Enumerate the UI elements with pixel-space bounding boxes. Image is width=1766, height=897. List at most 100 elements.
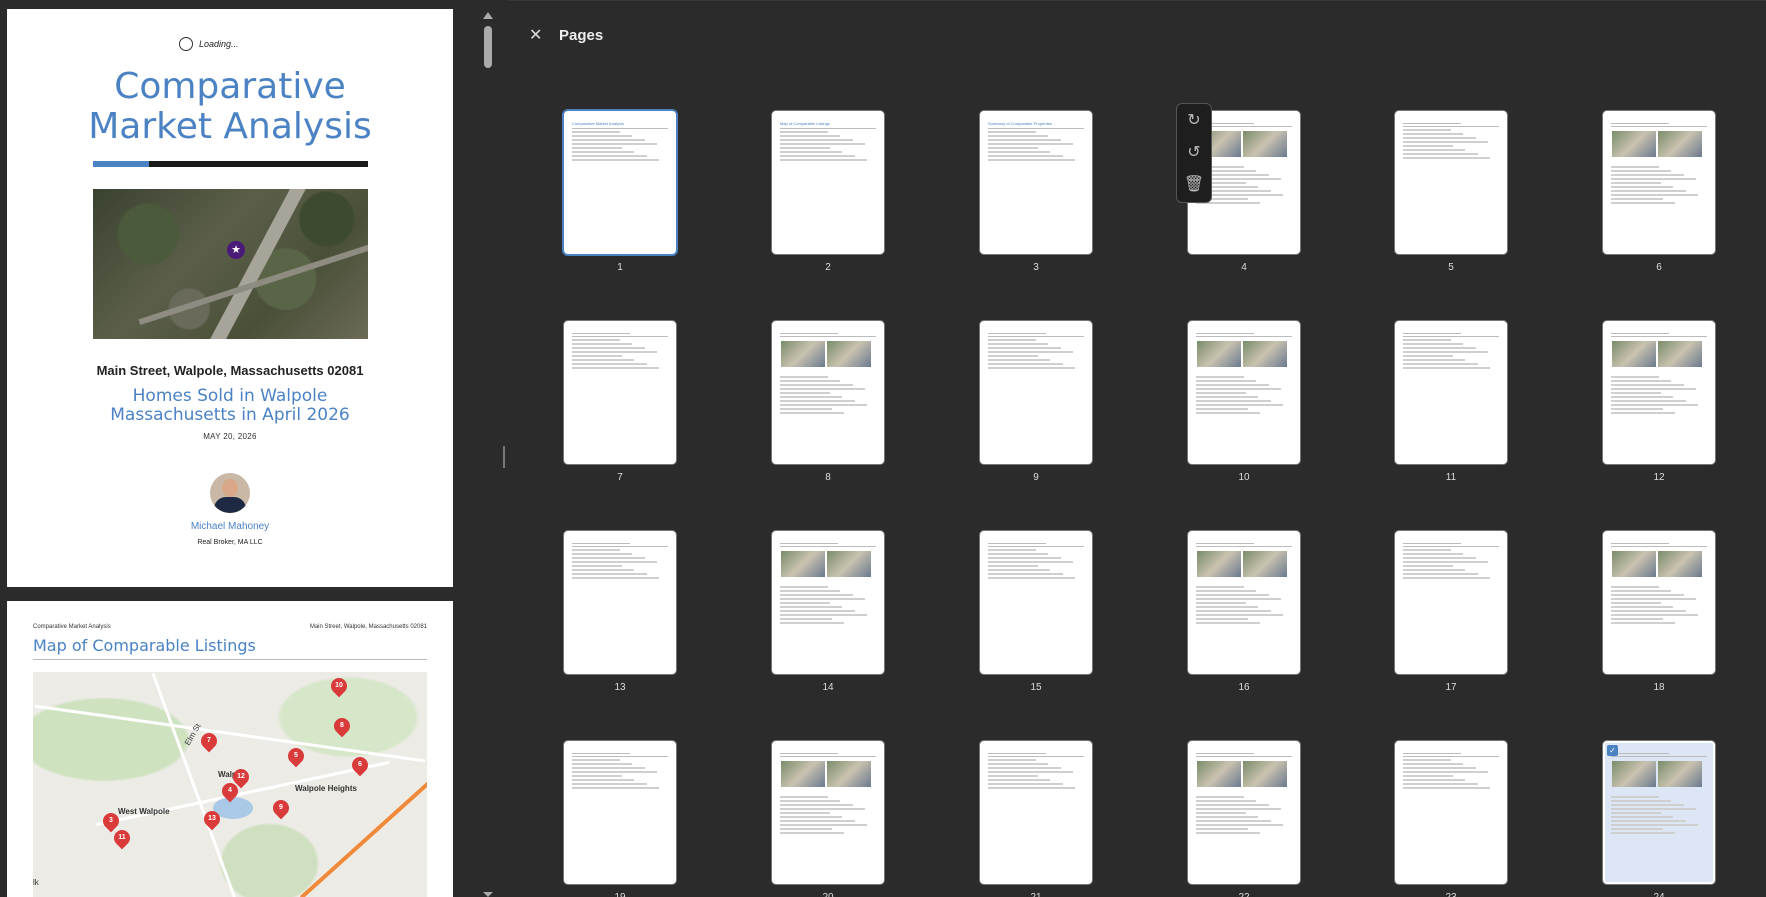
map-pin-9[interactable]: 9 [269, 796, 293, 820]
map-pin-8[interactable]: 8 [330, 714, 354, 738]
map-label-edge: lk [33, 878, 39, 887]
trash-icon[interactable]: 🗑 [1177, 168, 1211, 200]
page-thumbnail-18[interactable]: 18 [1603, 531, 1715, 693]
page-thumbnail-16[interactable]: 16 [1188, 531, 1300, 693]
page-thumbnail-13[interactable]: 13 [564, 531, 676, 693]
thumbnail-frame[interactable] [564, 531, 676, 674]
page-thumbnail-17[interactable]: 17 [1395, 531, 1507, 693]
viewer-scrollbar[interactable] [480, 0, 496, 897]
thumbnail-frame[interactable]: ✓ [1603, 741, 1715, 884]
thumbnail-frame[interactable] [1395, 531, 1507, 674]
thumbnail-frame[interactable] [1188, 531, 1300, 674]
map-pin-11[interactable]: 11 [110, 826, 134, 850]
agent-company: Real Broker, MA LLC [197, 539, 263, 546]
map-pin-13[interactable]: 13 [200, 807, 224, 831]
page-number-label: 22 [1188, 892, 1300, 897]
page-number-label: 4 [1241, 262, 1247, 273]
map-pin-4[interactable]: 4 [218, 779, 242, 803]
page-thumbnail-9[interactable]: 9 [980, 321, 1092, 483]
cover-subtitle-line-2: Massachusetts in April 2026 [110, 405, 350, 425]
cover-title-line-1: Comparative [114, 66, 346, 107]
app-window: Loading... Comparative Market Analysis ★… [0, 0, 1766, 897]
page-thumbnail-21[interactable]: 21 [980, 741, 1092, 897]
page-thumbnail-20[interactable]: 20 [772, 741, 884, 897]
thumbnail-frame[interactable] [980, 321, 1092, 464]
thumbnail-frame[interactable]: Summary of Comparable Properties [980, 111, 1092, 254]
thumbnail-title: Map of Comparable Listings [780, 121, 830, 126]
document-page-1: Loading... Comparative Market Analysis ★… [7, 9, 453, 587]
report-date: MAY 20, 2026 [203, 432, 257, 441]
page-thumbnail-12[interactable]: 12 [1603, 321, 1715, 483]
rotate-counterclockwise-icon[interactable]: ↺ [1177, 136, 1211, 168]
page-number-label: 24 [1603, 892, 1715, 897]
thumbnail-frame[interactable] [1395, 741, 1507, 884]
thumbnail-frame[interactable] [564, 741, 676, 884]
map-pin-7[interactable]: 7 [197, 729, 221, 753]
thumbnail-frame[interactable] [1188, 321, 1300, 464]
thumbnail-frame[interactable] [772, 741, 884, 884]
document-page-2: Comparative Market Analysis Main Street,… [7, 601, 453, 897]
page-thumbnail-7[interactable]: 7 [564, 321, 676, 483]
page-thumbnail-2[interactable]: Map of Comparable Listings 2 [772, 111, 884, 273]
thumbnail-frame[interactable] [1395, 321, 1507, 464]
page-number-label: 18 [1653, 682, 1665, 693]
page-number-label: 15 [1030, 682, 1042, 693]
thumbnail-frame[interactable] [980, 741, 1092, 884]
page-number-label: 5 [1448, 262, 1454, 273]
page-thumbnail-19[interactable]: 19 [564, 741, 676, 897]
page-number-label: 14 [822, 682, 834, 693]
rotate-clockwise-icon[interactable]: ↻ [1177, 104, 1211, 136]
page-thumbnail-15[interactable]: 15 [980, 531, 1092, 693]
pages-panel-header: ✕ Pages [529, 25, 603, 45]
page-number-label: 11 [1445, 472, 1457, 483]
thumbnail-frame[interactable]: Comparative Market Analysis [564, 111, 676, 254]
page-number-label: 2 [825, 262, 831, 273]
document-viewer[interactable]: Loading... Comparative Market Analysis ★… [0, 0, 468, 897]
cover-title-line-2: Market Analysis [88, 106, 372, 147]
agent-avatar [210, 473, 250, 513]
page-thumbnail-6[interactable]: 6 [1603, 111, 1715, 273]
page-thumbnail-11[interactable]: 11 [1395, 321, 1507, 483]
thumbnail-frame[interactable] [1603, 531, 1715, 674]
thumbnail-frame[interactable] [980, 531, 1092, 674]
close-icon[interactable]: ✕ [529, 25, 543, 45]
page-thumbnail-14[interactable]: 14 [772, 531, 884, 693]
thumbnail-title: Comparative Market Analysis [572, 121, 624, 126]
checkbox-checked-icon[interactable]: ✓ [1607, 745, 1618, 756]
title-rule [33, 659, 427, 660]
spinner-icon [179, 37, 193, 51]
thumbnail-frame[interactable] [1603, 111, 1715, 254]
thumbnail-frame[interactable] [772, 321, 884, 464]
page-header-left: Comparative Market Analysis [33, 624, 111, 630]
thumbnail-frame[interactable] [564, 321, 676, 464]
page-thumbnail-22[interactable]: 22 [1188, 741, 1300, 897]
page-thumbnail-10[interactable]: 10 [1188, 321, 1300, 483]
scroll-down-icon[interactable] [483, 892, 493, 897]
page-number-label: 6 [1656, 262, 1662, 273]
map-label-walpole-heights: Walpole Heights [295, 784, 357, 793]
thumbnail-frame[interactable] [1603, 321, 1715, 464]
thumbnail-frame[interactable]: Map of Comparable Listings [772, 111, 884, 254]
page-thumbnail-1[interactable]: Comparative Market Analysis 1 [564, 111, 676, 273]
page-thumbnail-5[interactable]: 5 [1395, 111, 1507, 273]
page-number-label: 7 [617, 472, 623, 483]
thumbnail-frame[interactable] [1395, 111, 1507, 254]
panel-resize-handle[interactable] [503, 446, 505, 468]
scrollbar-thumb[interactable] [484, 26, 492, 68]
map-pin-3[interactable]: 3 [99, 809, 123, 833]
page-thumbnail-23[interactable]: 23 [1395, 741, 1507, 897]
star-marker-icon: ★ [227, 241, 245, 259]
page-number-label: 16 [1238, 682, 1250, 693]
map-pin-6[interactable]: 6 [348, 753, 372, 777]
page-thumbnail-3[interactable]: Summary of Comparable Properties 3 [980, 111, 1092, 273]
thumbnail-frame[interactable] [772, 531, 884, 674]
page-thumbnail-24[interactable]: ✓ 24 [1603, 741, 1715, 897]
agent-name: Michael Mahoney [190, 521, 270, 532]
comparables-map: Walpole Walpole Heights West Walpole Elm… [33, 672, 427, 897]
scroll-up-icon[interactable] [483, 12, 493, 19]
thumbnail-toolbar: ↻ ↺ 🗑 [1176, 103, 1212, 203]
map-pin-10[interactable]: 10 [327, 674, 351, 698]
map-pin-5[interactable]: 5 [284, 744, 308, 768]
thumbnail-frame[interactable] [1188, 741, 1300, 884]
page-thumbnail-8[interactable]: 8 [772, 321, 884, 483]
